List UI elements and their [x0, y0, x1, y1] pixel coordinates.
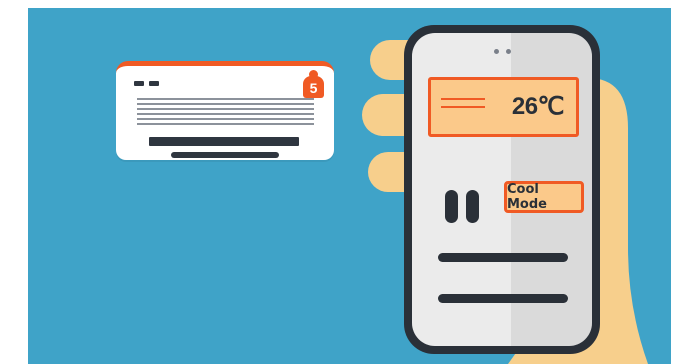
- pause-icon-bar[interactable]: [445, 190, 458, 223]
- menu-bar[interactable]: [438, 253, 568, 262]
- camera-dot: [506, 49, 511, 54]
- scene-background: 5 26℃ Cool Mode: [28, 8, 671, 364]
- decor-line: [441, 106, 485, 108]
- smartphone: 26℃ Cool Mode: [404, 25, 600, 354]
- menu-bar[interactable]: [438, 294, 568, 303]
- pause-icon-bar[interactable]: [466, 190, 479, 223]
- camera-dot: [494, 49, 499, 54]
- cool-mode-button[interactable]: Cool Mode: [504, 181, 584, 213]
- decor-line: [441, 98, 485, 100]
- temperature-display: 26℃: [428, 77, 579, 137]
- illustration: 5 26℃ Cool Mode: [0, 0, 686, 364]
- temperature-value: 26℃: [511, 93, 565, 120]
- phone-screen: 26℃ Cool Mode: [412, 33, 592, 346]
